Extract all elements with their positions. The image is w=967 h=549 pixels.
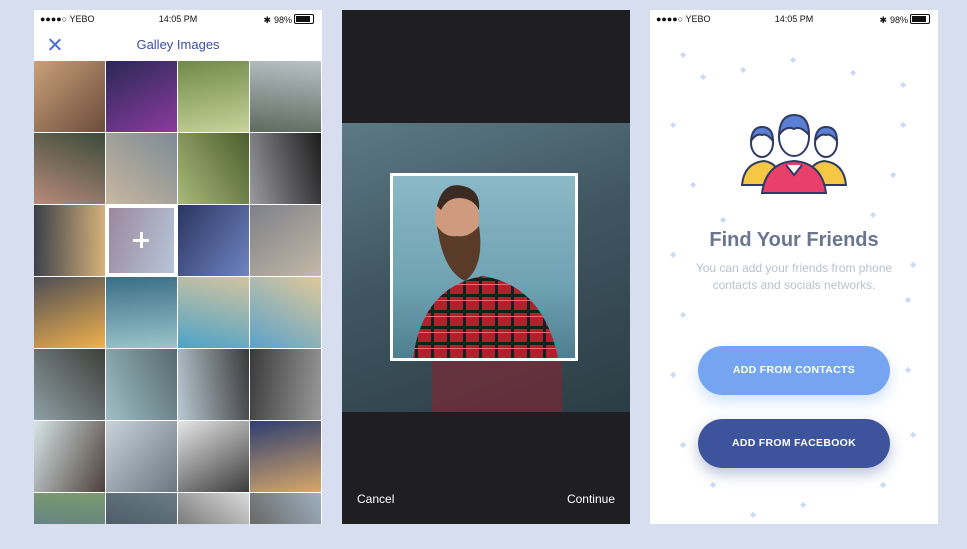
gallery-image-tile[interactable] xyxy=(178,61,249,132)
gallery-image-tile[interactable] xyxy=(106,493,177,524)
battery-icon xyxy=(294,14,314,24)
confetti-dot: ◆ xyxy=(790,55,797,64)
cancel-button[interactable]: Cancel xyxy=(357,492,394,506)
battery-label: 98% xyxy=(273,15,292,25)
continue-button[interactable]: Continue xyxy=(567,492,615,506)
gallery-image-tile[interactable] xyxy=(178,205,249,276)
confetti-dot: ◆ xyxy=(690,180,697,189)
find-friends-description: You can add your friends from phone cont… xyxy=(695,261,893,292)
gallery-image-tile[interactable] xyxy=(34,349,105,420)
gallery-image-tile[interactable] xyxy=(250,277,321,348)
gallery-image-tile[interactable] xyxy=(34,205,105,276)
portrait-photo xyxy=(413,185,558,358)
gallery-image-tile[interactable] xyxy=(106,205,177,276)
add-from-facebook-button[interactable]: ADD FROM FACEBOOK xyxy=(698,419,890,468)
gallery-image-tile[interactable] xyxy=(250,421,321,492)
add-icon xyxy=(133,232,149,248)
confetti-dot: ◆ xyxy=(910,430,917,439)
confetti-dot: ◆ xyxy=(750,510,757,519)
confetti-dot: ◆ xyxy=(680,50,687,59)
confetti-dot: ◆ xyxy=(740,65,747,74)
confetti-dot: ◆ xyxy=(680,310,687,319)
crop-frame[interactable] xyxy=(390,173,578,361)
confetti-dot: ◆ xyxy=(700,72,707,81)
status-bar: ●●●●○ YEBO 14:05 PM ✱ 98% xyxy=(34,10,322,28)
gallery-image-tile[interactable] xyxy=(34,61,105,132)
battery-icon xyxy=(910,14,930,24)
add-from-contacts-button[interactable]: ADD FROM CONTACTS xyxy=(698,346,890,395)
gallery-image-tile[interactable] xyxy=(106,349,177,420)
gallery-image-tile[interactable] xyxy=(106,133,177,204)
friends-group-icon xyxy=(740,113,848,194)
battery-indicator: ✱ 98% xyxy=(263,14,314,26)
gallery-image-tile[interactable] xyxy=(34,133,105,204)
confetti-dot: ◆ xyxy=(720,215,727,224)
gallery-image-tile[interactable] xyxy=(250,349,321,420)
confetti-dot: ◆ xyxy=(670,120,677,129)
gallery-image-tile[interactable] xyxy=(250,61,321,132)
crop-screen: Cancel Continue xyxy=(342,10,630,524)
gallery-image-tile[interactable] xyxy=(178,421,249,492)
gallery-image-tile[interactable] xyxy=(250,133,321,204)
battery-indicator: ✱ 98% xyxy=(879,14,930,26)
confetti-dot: ◆ xyxy=(710,480,717,489)
gallery-image-tile[interactable] xyxy=(34,277,105,348)
confetti-dot: ◆ xyxy=(890,170,897,179)
bluetooth-icon: ✱ xyxy=(879,15,887,25)
gallery-image-tile[interactable] xyxy=(178,349,249,420)
gallery-image-tile[interactable] xyxy=(106,277,177,348)
find-friends-title: Find Your Friends xyxy=(709,229,879,251)
gallery-image-tile[interactable] xyxy=(178,493,249,524)
find-friends-screen: ●●●●○ YEBO 14:05 PM ✱ 98% ◆ ◆ ◆ ◆ ◆ ◆ ◆ ◆ ◆ ◆ ◆ ◆ ◆ ◆ ◆… xyxy=(650,10,938,524)
confetti-dot: ◆ xyxy=(905,365,912,374)
page-title: Galley Images xyxy=(136,37,220,52)
gallery-image-tile[interactable] xyxy=(250,493,321,524)
nav-bar: Galley Images xyxy=(34,28,322,61)
gallery-image-tile[interactable] xyxy=(178,133,249,204)
gallery-image-tile[interactable] xyxy=(34,421,105,492)
confetti-dot: ◆ xyxy=(900,80,907,89)
gallery-image-tile[interactable] xyxy=(106,61,177,132)
bluetooth-icon: ✱ xyxy=(263,15,271,25)
confetti-dot: ◆ xyxy=(900,120,907,129)
gallery-image-tile[interactable] xyxy=(106,421,177,492)
confetti-dot: ◆ xyxy=(880,480,887,489)
confetti-dot: ◆ xyxy=(800,500,807,509)
battery-label: 98% xyxy=(889,15,908,25)
gallery-image-tile[interactable] xyxy=(178,277,249,348)
gallery-screen: ●●●●○ YEBO 14:05 PM ✱ 98% Galley Images xyxy=(34,10,322,524)
confetti-dot: ◆ xyxy=(910,260,917,269)
gallery-image-tile[interactable] xyxy=(250,205,321,276)
gallery-image-tile[interactable] xyxy=(34,493,105,524)
confetti-dot: ◆ xyxy=(850,68,857,77)
confetti-dot: ◆ xyxy=(905,295,912,304)
crop-area[interactable] xyxy=(342,123,630,412)
confetti-dot: ◆ xyxy=(670,370,677,379)
confetti-dot: ◆ xyxy=(870,210,877,219)
status-bar: ●●●●○ YEBO 14:05 PM ✱ 98% xyxy=(650,10,938,28)
confetti-dot: ◆ xyxy=(680,440,687,449)
